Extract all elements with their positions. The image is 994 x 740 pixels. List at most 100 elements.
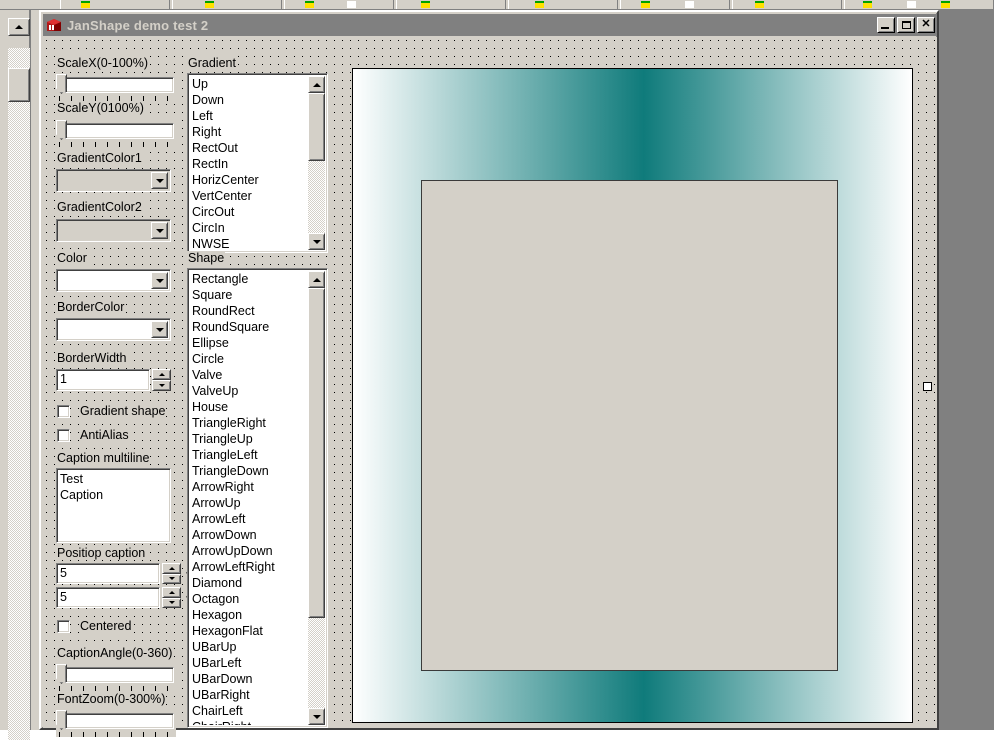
component-icon[interactable]	[863, 1, 872, 8]
component-icon[interactable]	[81, 1, 90, 8]
list-item[interactable]: House	[190, 399, 308, 415]
font-zoom-trackbar[interactable]	[56, 709, 176, 737]
chevron-down-button[interactable]	[151, 321, 168, 338]
list-item[interactable]: RoundRect	[190, 303, 308, 319]
list-item[interactable]: RoundSquare	[190, 319, 308, 335]
listbox-scrollbar[interactable]	[308, 271, 325, 725]
spin-down-button[interactable]	[162, 574, 181, 585]
list-item[interactable]: RectOut	[190, 140, 308, 156]
spin-down-button[interactable]	[152, 380, 171, 391]
list-item[interactable]: HorizCenter	[190, 172, 308, 188]
chevron-down-button[interactable]	[151, 222, 168, 239]
antialias-checkbox[interactable]	[57, 429, 70, 442]
list-item[interactable]: UBarRight	[190, 687, 308, 703]
scalex-trackbar[interactable]	[56, 73, 176, 101]
bordercolor-combo[interactable]	[56, 318, 171, 341]
list-item[interactable]: UBarDown	[190, 671, 308, 687]
list-item[interactable]: Valve	[190, 367, 308, 383]
shape-preview-panel[interactable]	[352, 68, 913, 723]
gradientcolor2-combo[interactable]	[56, 219, 171, 242]
spin-up-button[interactable]	[162, 563, 181, 574]
minimize-button[interactable]	[877, 17, 895, 33]
list-item[interactable]: VertCenter	[190, 188, 308, 204]
list-item[interactable]: ArrowRight	[190, 479, 308, 495]
component-icon[interactable]	[205, 1, 214, 8]
list-item[interactable]: HexagonFlat	[190, 623, 308, 639]
centered-checkbox[interactable]	[57, 620, 70, 633]
component-icon[interactable]	[305, 1, 314, 8]
antialias-checkbox-row[interactable]: AntiAlias	[57, 428, 130, 442]
component-icon[interactable]	[907, 1, 916, 8]
caption-memo[interactable]: Test Caption	[56, 468, 171, 543]
spin-up-button[interactable]	[162, 587, 181, 598]
component-icon[interactable]	[535, 1, 544, 8]
titlebar[interactable]: JanShape demo test 2 ✕	[43, 14, 937, 36]
list-item[interactable]: Rectangle	[190, 271, 308, 287]
chevron-down-button[interactable]	[151, 172, 168, 189]
list-item[interactable]: TriangleLeft	[190, 447, 308, 463]
scroll-down-button[interactable]	[308, 708, 325, 725]
component-icon[interactable]	[347, 1, 356, 8]
list-item[interactable]: ArrowLeftRight	[190, 559, 308, 575]
list-item[interactable]: Right	[190, 124, 308, 140]
list-item[interactable]: RectIn	[190, 156, 308, 172]
list-item[interactable]: ArrowUpDown	[190, 543, 308, 559]
scrollbar-thumb[interactable]	[8, 68, 30, 102]
resize-handle[interactable]	[923, 382, 932, 391]
list-item[interactable]: ChairLeft	[190, 703, 308, 719]
component-icon[interactable]	[755, 1, 764, 8]
scroll-down-button[interactable]	[308, 233, 325, 250]
list-item[interactable]: CircIn	[190, 220, 308, 236]
list-item[interactable]: TriangleDown	[190, 463, 308, 479]
component-icon[interactable]	[685, 1, 694, 8]
list-item[interactable]: UBarLeft	[190, 655, 308, 671]
maximize-button[interactable]	[897, 17, 915, 33]
gradient-shape-checkbox[interactable]	[57, 405, 70, 418]
spin-down-button[interactable]	[162, 598, 181, 609]
scroll-up-button[interactable]	[308, 76, 325, 93]
scrollbar-thumb[interactable]	[308, 93, 325, 161]
caption-x-spinedit[interactable]: 5	[56, 563, 181, 584]
list-item[interactable]: Left	[190, 108, 308, 124]
list-item[interactable]: CircOut	[190, 204, 308, 220]
list-item[interactable]: ValveUp	[190, 383, 308, 399]
spin-up-button[interactable]	[152, 369, 171, 380]
list-item[interactable]: ArrowDown	[190, 527, 308, 543]
gradient-shape-checkbox-row[interactable]: Gradient shape	[57, 404, 166, 418]
list-item[interactable]: Down	[190, 92, 308, 108]
list-item[interactable]: Hexagon	[190, 607, 308, 623]
shape-listbox[interactable]: RectangleSquareRoundRectRoundSquareEllip…	[187, 268, 328, 728]
list-item[interactable]: Square	[190, 287, 308, 303]
borderwidth-input[interactable]: 1	[56, 369, 150, 391]
gradientcolor1-combo[interactable]	[56, 169, 171, 192]
close-button[interactable]: ✕	[917, 17, 935, 33]
list-item[interactable]: UBarUp	[190, 639, 308, 655]
list-item[interactable]: Circle	[190, 351, 308, 367]
scrollbar-track[interactable]	[8, 48, 30, 740]
gradient-listbox[interactable]: UpDownLeftRightRectOutRectInHorizCenterV…	[187, 73, 328, 253]
list-item[interactable]: Up	[190, 76, 308, 92]
color-combo[interactable]	[56, 269, 171, 292]
list-item[interactable]: TriangleRight	[190, 415, 308, 431]
list-item[interactable]: ArrowUp	[190, 495, 308, 511]
list-item[interactable]: Ellipse	[190, 335, 308, 351]
scrollbar-thumb[interactable]	[308, 288, 325, 618]
scroll-up-button[interactable]	[8, 18, 30, 36]
borderwidth-spinedit[interactable]: 1	[56, 369, 171, 391]
caption-y-spinedit[interactable]: 5	[56, 587, 181, 608]
listbox-scrollbar[interactable]	[308, 76, 325, 250]
component-icon[interactable]	[641, 1, 650, 8]
list-item[interactable]: ArrowLeft	[190, 511, 308, 527]
list-item[interactable]: NWSE	[190, 236, 308, 250]
scroll-up-button[interactable]	[308, 271, 325, 288]
caption-angle-trackbar[interactable]	[56, 663, 176, 691]
background-scrollbar[interactable]	[0, 10, 30, 730]
component-icon[interactable]	[421, 1, 430, 8]
component-icon[interactable]	[941, 1, 950, 8]
centered-checkbox-row[interactable]: Centered	[57, 619, 132, 633]
list-item[interactable]: Octagon	[190, 591, 308, 607]
list-item[interactable]: ChairRight	[190, 719, 308, 725]
chevron-down-button[interactable]	[151, 272, 168, 289]
list-item[interactable]: TriangleUp	[190, 431, 308, 447]
caption-y-input[interactable]: 5	[56, 587, 160, 608]
